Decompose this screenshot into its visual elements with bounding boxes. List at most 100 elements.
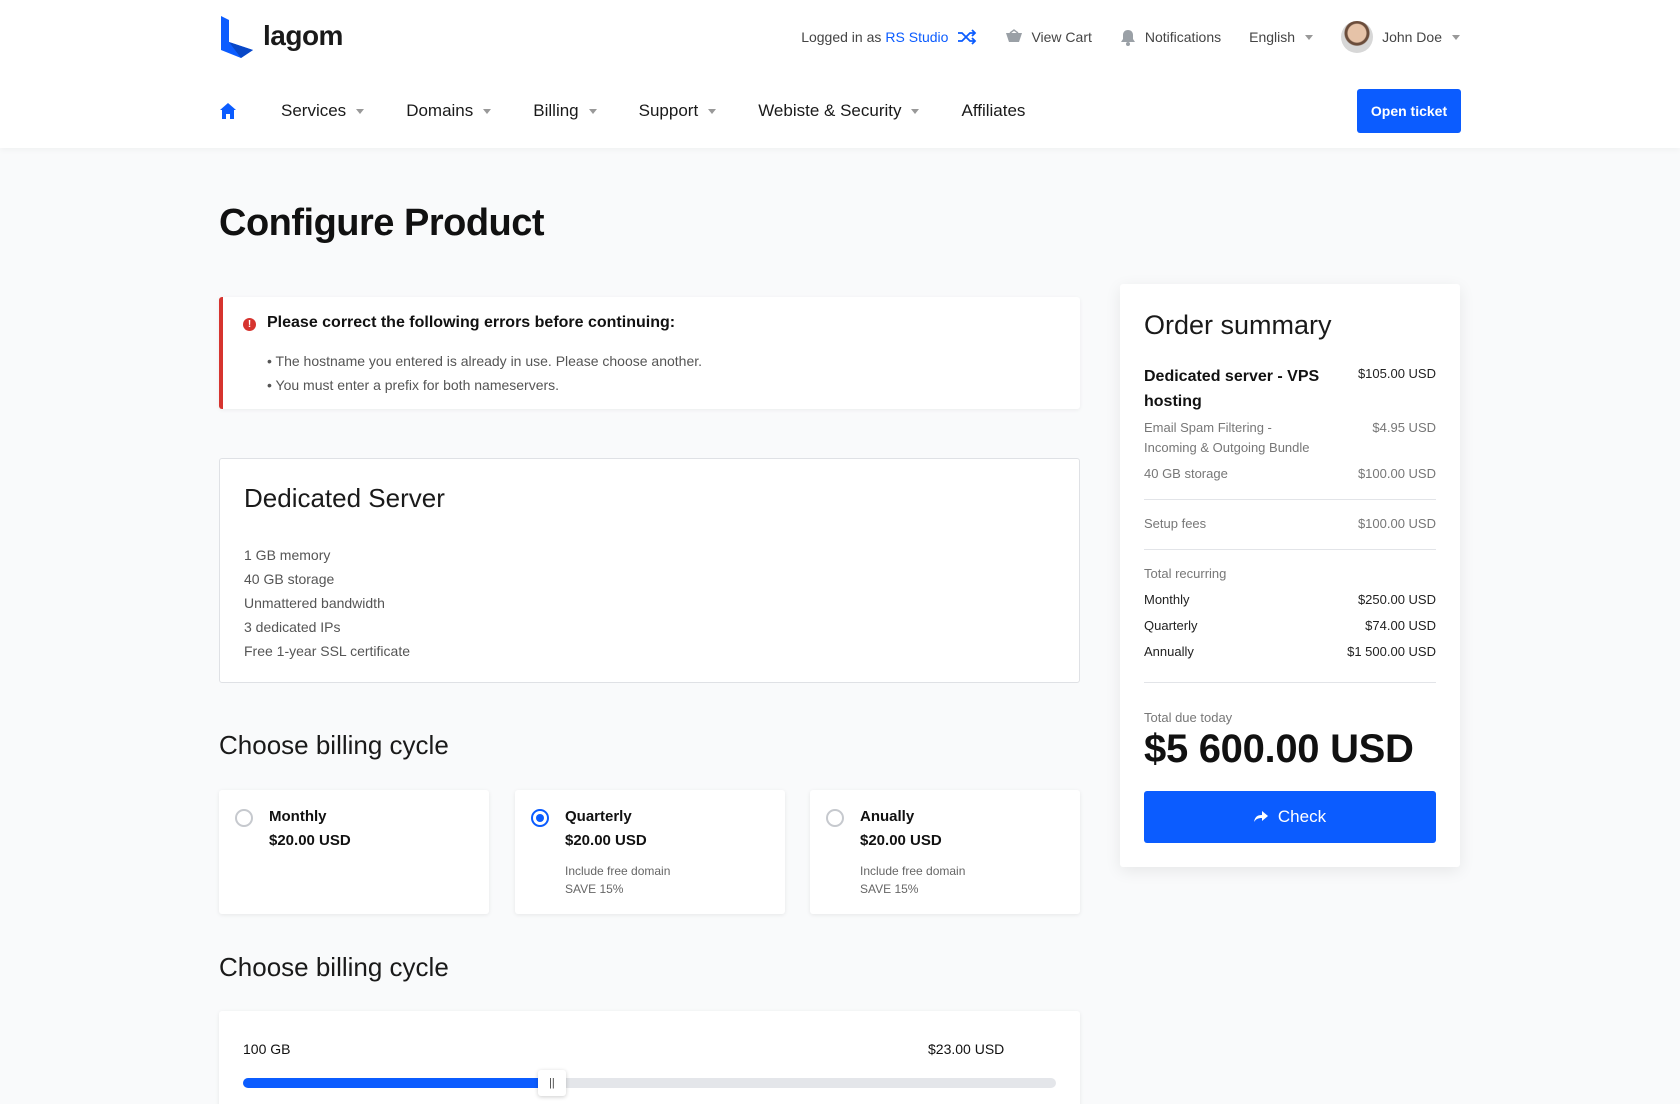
nav-affiliates[interactable]: Affiliates: [961, 101, 1025, 121]
logo[interactable]: lagom: [219, 14, 343, 58]
summary-setup-row: Setup fees $100.00 USD: [1144, 514, 1436, 534]
summary-addon-label: Email Spam Filtering - Incoming & Outgoi…: [1144, 420, 1310, 455]
option-price: $20.00 USD: [269, 832, 351, 849]
divider: [1144, 499, 1436, 500]
nav-billing-label: Billing: [533, 101, 579, 120]
divider: [1144, 682, 1436, 683]
chevron-down-icon: [1452, 34, 1460, 40]
check-button[interactable]: Check: [1144, 791, 1436, 843]
user-name: John Doe: [1382, 29, 1442, 45]
nav-billing[interactable]: Billing: [533, 101, 597, 121]
summary-product-name: Dedicated server - VPS hosting: [1144, 368, 1320, 410]
total-recurring-heading: Total recurring: [1144, 564, 1436, 584]
feature-item: 40 GB storage: [244, 571, 335, 587]
summary-addon-value: $4.95 USD: [1372, 420, 1436, 435]
arrow-share-icon: [1253, 811, 1268, 822]
nav-domains-label: Domains: [406, 101, 474, 120]
open-ticket-button[interactable]: Open ticket: [1357, 89, 1461, 133]
summary-addon-row: Email Spam Filtering - Incoming & Outgoi…: [1144, 418, 1436, 458]
chevron-down-icon: [708, 108, 717, 114]
option-price: $20.00 USD: [860, 832, 942, 849]
slider-fill: [243, 1078, 552, 1088]
recurring-label: Annually: [1144, 644, 1194, 659]
nav-services[interactable]: Services: [281, 101, 365, 121]
summary-addon-value: $100.00 USD: [1357, 466, 1436, 481]
recurring-value: $74.00 USD: [1365, 618, 1436, 633]
notifications-label: Notifications: [1144, 29, 1222, 45]
option-price: $20.00 USD: [565, 832, 647, 849]
feature-item: 1 GB memory: [244, 547, 331, 563]
total-recurring-label: Total recurring: [1144, 566, 1227, 581]
language-selector[interactable]: English: [1249, 29, 1314, 45]
recurring-value: $250.00 USD: [1357, 592, 1436, 607]
view-cart-label: View Cart: [1031, 29, 1092, 45]
alert-title: Please correct the following errors befo…: [267, 314, 676, 331]
chevron-down-icon: [911, 108, 920, 114]
nav-domains[interactable]: Domains: [406, 101, 492, 121]
user-menu[interactable]: John Doe: [1341, 21, 1460, 53]
total-due-amount: $5 600.00 USD: [1144, 727, 1414, 771]
recurring-row: Monthly $250.00 USD: [1144, 590, 1436, 610]
notifications-link[interactable]: Notifications: [1120, 29, 1221, 46]
logged-in-label: Logged in as: [801, 29, 882, 45]
summary-addon-row: 40 GB storage $100.00 USD: [1144, 464, 1436, 484]
option-note-line: Include free domain: [860, 864, 966, 878]
error-alert: ! Please correct the following errors be…: [219, 297, 1080, 409]
nav-services-label: Services: [281, 101, 347, 120]
nav-support-label: Support: [638, 101, 699, 120]
summary-addon-label: 40 GB storage: [1144, 466, 1228, 481]
bell-icon: [1120, 29, 1135, 46]
slider-handle[interactable]: ||: [537, 1070, 566, 1096]
check-button-label: Check: [1277, 807, 1327, 826]
slider-value-label: 100 GB: [243, 1041, 291, 1057]
option-note-line: SAVE 15%: [565, 882, 624, 896]
logged-in-user-link[interactable]: RS Studio: [885, 29, 948, 45]
feature-item: Unmattered bandwidth: [244, 595, 385, 611]
nav-website-security-label: Webiste & Security: [758, 101, 902, 120]
error-icon: !: [243, 318, 256, 331]
language-label: English: [1249, 29, 1296, 45]
slider-price: $23.00 USD: [928, 1041, 1005, 1057]
total-due-label: Total due today: [1144, 710, 1233, 725]
option-name: Quarterly: [565, 808, 632, 825]
switch-account-icon[interactable]: [957, 29, 977, 45]
page-title: Configure Product: [219, 202, 545, 244]
product-features: 1 GB memory 40 GB storage Unmattered ban…: [244, 543, 410, 663]
recurring-label: Quarterly: [1144, 618, 1198, 633]
logged-in-as: Logged in as RS Studio: [801, 29, 977, 45]
home-icon: [220, 103, 236, 119]
storage-section-title: Choose billing cycle: [219, 952, 449, 982]
billing-option-quarterly[interactable]: Quarterly $20.00 USD Include free domain…: [515, 790, 785, 914]
main-nav: Services Domains Billing Support Webiste…: [219, 88, 1067, 134]
divider: [1144, 549, 1436, 550]
billing-option-annually[interactable]: Anually $20.00 USD Include free domain S…: [810, 790, 1080, 914]
summary-product-row: Dedicated server - VPS hosting $105.00 U…: [1144, 364, 1436, 414]
radio-annually[interactable]: [826, 809, 844, 827]
billing-cycle-title: Choose billing cycle: [219, 730, 449, 760]
option-note-line: Include free domain: [565, 864, 671, 878]
recurring-value: $1 500.00 USD: [1347, 644, 1436, 659]
cart-icon: [1006, 29, 1023, 42]
chevron-down-icon: [588, 108, 597, 114]
order-summary: Order summary Dedicated server - VPS hos…: [1120, 284, 1460, 867]
alert-error-item: • You must enter a prefix for both names…: [267, 377, 560, 393]
radio-monthly[interactable]: [235, 809, 253, 827]
storage-slider[interactable]: ||: [243, 1070, 1056, 1096]
recurring-row: Quarterly $74.00 USD: [1144, 616, 1436, 636]
alert-error-list: • The hostname you entered is already in…: [267, 349, 702, 397]
view-cart-link[interactable]: View Cart: [1005, 29, 1092, 45]
nav-affiliates-label: Affiliates: [961, 101, 1026, 120]
recurring-label: Monthly: [1144, 592, 1190, 607]
nav-home[interactable]: [219, 102, 237, 120]
option-note-line: SAVE 15%: [860, 882, 919, 896]
billing-option-monthly[interactable]: Monthly $20.00 USD: [219, 790, 489, 914]
header: lagom Logged in as RS Studio View Cart N…: [0, 0, 1680, 148]
radio-quarterly[interactable]: [531, 809, 549, 827]
nav-website-security[interactable]: Webiste & Security: [758, 101, 920, 121]
option-note: Include free domain SAVE 15%: [860, 862, 965, 898]
alert-error-item: • The hostname you entered is already in…: [267, 353, 703, 369]
nav-support[interactable]: Support: [639, 101, 717, 121]
summary-product-price: $105.00 USD: [1357, 366, 1436, 381]
setup-fees-label: Setup fees: [1144, 516, 1207, 531]
feature-item: 3 dedicated IPs: [244, 619, 341, 635]
